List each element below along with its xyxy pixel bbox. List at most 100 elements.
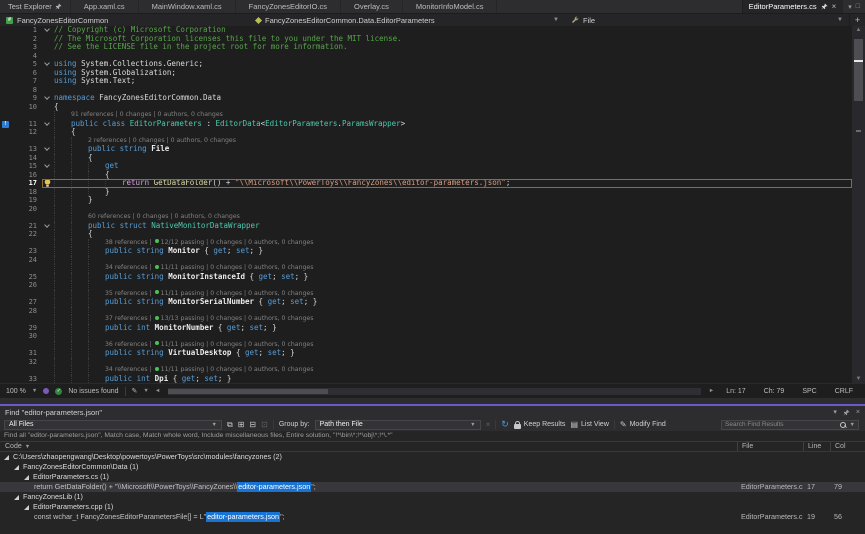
copy-button[interactable]: ⧉: [227, 421, 233, 429]
fold-margin[interactable]: [42, 35, 54, 44]
type-dropdown[interactable]: FancyZonesEditorCommon.Data.EditorParame…: [250, 14, 565, 26]
search-input[interactable]: [725, 421, 836, 428]
glyph-margin[interactable]: [0, 222, 16, 231]
fold-margin[interactable]: [42, 247, 54, 256]
code-line[interactable]: 15get: [0, 162, 852, 171]
codelens-row[interactable]: 91 references | 0 changes | 0 authors, 0…: [0, 111, 852, 120]
fold-margin[interactable]: [42, 273, 54, 282]
expanded-triangle-icon[interactable]: [24, 505, 29, 510]
list-view-button[interactable]: ▤ List View: [570, 421, 608, 429]
code-line[interactable]: 30: [0, 332, 852, 341]
fold-margin[interactable]: [42, 77, 54, 86]
expanded-triangle-icon[interactable]: [24, 475, 29, 480]
code-line[interactable]: 4: [0, 52, 852, 61]
glyph-margin[interactable]: [0, 69, 16, 78]
fold-margin[interactable]: [42, 188, 54, 197]
group-by-dropdown[interactable]: Path then File ▼: [315, 420, 481, 430]
pin-icon[interactable]: [821, 3, 828, 10]
window-options-icon[interactable]: □: [856, 3, 860, 10]
code-line[interactable]: 27public string MonitorSerialNumber { ge…: [0, 298, 852, 307]
result-match-row[interactable]: const wchar_t FancyZonesEditorParameters…: [0, 512, 865, 522]
line-indicator[interactable]: Ln: 17: [720, 388, 751, 395]
code-line[interactable]: 1// Copyright (c) Microsoft Corporation: [0, 26, 852, 35]
editor-horizontal-scrollbar[interactable]: [168, 388, 700, 395]
fold-margin[interactable]: [42, 324, 54, 333]
collapse-chevron-icon[interactable]: [44, 145, 50, 151]
fold-margin[interactable]: [42, 171, 54, 180]
fold-margin[interactable]: [42, 332, 54, 341]
glyph-margin[interactable]: [0, 103, 16, 112]
expanded-triangle-icon[interactable]: [14, 495, 19, 500]
glyph-margin[interactable]: [0, 86, 16, 95]
fold-margin[interactable]: [42, 103, 54, 112]
tab-test-explorer[interactable]: Test Explorer: [0, 0, 71, 13]
codelens-row[interactable]: 34 references | 11/11 passing | 0 change…: [0, 366, 852, 375]
fold-margin[interactable]: [42, 111, 54, 120]
expanded-triangle-icon[interactable]: [14, 465, 19, 470]
glyph-margin[interactable]: [0, 188, 16, 197]
settings-icon[interactable]: ⊡: [261, 421, 268, 429]
fold-margin[interactable]: [42, 375, 54, 384]
glyph-margin[interactable]: [0, 137, 16, 146]
expanded-triangle-icon[interactable]: [4, 455, 9, 460]
chevron-down-icon[interactable]: ▼: [32, 388, 37, 394]
modify-find-button[interactable]: ✎ Modify Find: [620, 421, 666, 429]
glyph-margin[interactable]: [0, 366, 16, 375]
project-dropdown[interactable]: # FancyZonesEditorCommon: [0, 14, 250, 26]
member-dropdown[interactable]: File ▼: [565, 14, 849, 26]
expand-all-button[interactable]: ⊞: [238, 421, 245, 429]
add-view-button[interactable]: +: [849, 14, 865, 26]
char-indicator[interactable]: Ch: 79: [758, 388, 791, 395]
code-line[interactable]: 17return GetDataFolder() + "\\Microsoft\…: [0, 179, 852, 188]
fold-margin[interactable]: [42, 162, 54, 171]
code-line[interactable]: 10{: [0, 103, 852, 112]
scroll-down-icon[interactable]: ▼: [852, 375, 865, 383]
fold-margin[interactable]: [42, 69, 54, 78]
line-column-header[interactable]: Line: [803, 442, 830, 451]
fold-margin[interactable]: [42, 26, 54, 35]
codelens-row[interactable]: 38 references | 12/12 passing | 0 change…: [0, 239, 852, 248]
code-line[interactable]: 8: [0, 86, 852, 95]
glyph-margin[interactable]: [0, 230, 16, 239]
collapse-chevron-icon[interactable]: [44, 94, 50, 100]
tab-editorparameters-active[interactable]: EditorParameters.cs ×: [742, 0, 844, 13]
health-indicator-icon[interactable]: [43, 388, 49, 394]
scrollbar-thumb[interactable]: [168, 389, 328, 394]
fold-margin[interactable]: [42, 230, 54, 239]
chevron-down-icon[interactable]: ▼: [143, 388, 148, 394]
result-group-row[interactable]: FancyZonesLib (1): [0, 492, 865, 502]
glyph-margin[interactable]: [0, 358, 16, 367]
fold-margin[interactable]: [42, 239, 54, 248]
glyph-margin[interactable]: [0, 171, 16, 180]
collapse-chevron-icon[interactable]: [44, 162, 50, 168]
fold-margin[interactable]: [42, 196, 54, 205]
search-find-results-box[interactable]: ▼: [721, 420, 859, 430]
code-line[interactable]: 29public int MonitorNumber { get; set; }: [0, 324, 852, 333]
close-icon[interactable]: ×: [832, 3, 837, 11]
code-line[interactable]: 3// See the LICENSE file in the project …: [0, 43, 852, 52]
fold-margin[interactable]: [42, 213, 54, 222]
result-match-row[interactable]: return GetDataFolder() + "\\Microsoft\\P…: [0, 482, 865, 492]
glyph-margin[interactable]: [0, 239, 16, 248]
collapse-chevron-icon[interactable]: [44, 60, 50, 66]
glyph-margin[interactable]: [0, 256, 16, 265]
code-line[interactable]: 9namespace FancyZonesEditorCommon.Data: [0, 94, 852, 103]
fold-margin[interactable]: [42, 366, 54, 375]
chevron-down-icon[interactable]: ▼: [850, 422, 855, 428]
glyph-margin[interactable]: [0, 213, 16, 222]
result-group-row[interactable]: EditorParameters.cpp (1): [0, 502, 865, 512]
glyph-margin[interactable]: !: [0, 120, 16, 129]
chevron-down-icon[interactable]: ▾: [848, 3, 852, 11]
glyph-margin[interactable]: [0, 35, 16, 44]
tab-monitorinfomodel[interactable]: MonitorInfoModel.cs: [403, 0, 498, 13]
glyph-margin[interactable]: [0, 52, 16, 61]
fold-margin[interactable]: [42, 205, 54, 214]
code-line[interactable]: 21public struct NativeMonitorDataWrapper: [0, 222, 852, 231]
glyph-margin[interactable]: [0, 77, 16, 86]
fold-margin[interactable]: [42, 358, 54, 367]
code-line[interactable]: 25public string MonitorInstanceId { get;…: [0, 273, 852, 282]
fold-margin[interactable]: [42, 52, 54, 61]
fold-margin[interactable]: [42, 43, 54, 52]
tab-app-xaml[interactable]: App.xaml.cs: [71, 0, 139, 13]
code-line[interactable]: 12{: [0, 128, 852, 137]
